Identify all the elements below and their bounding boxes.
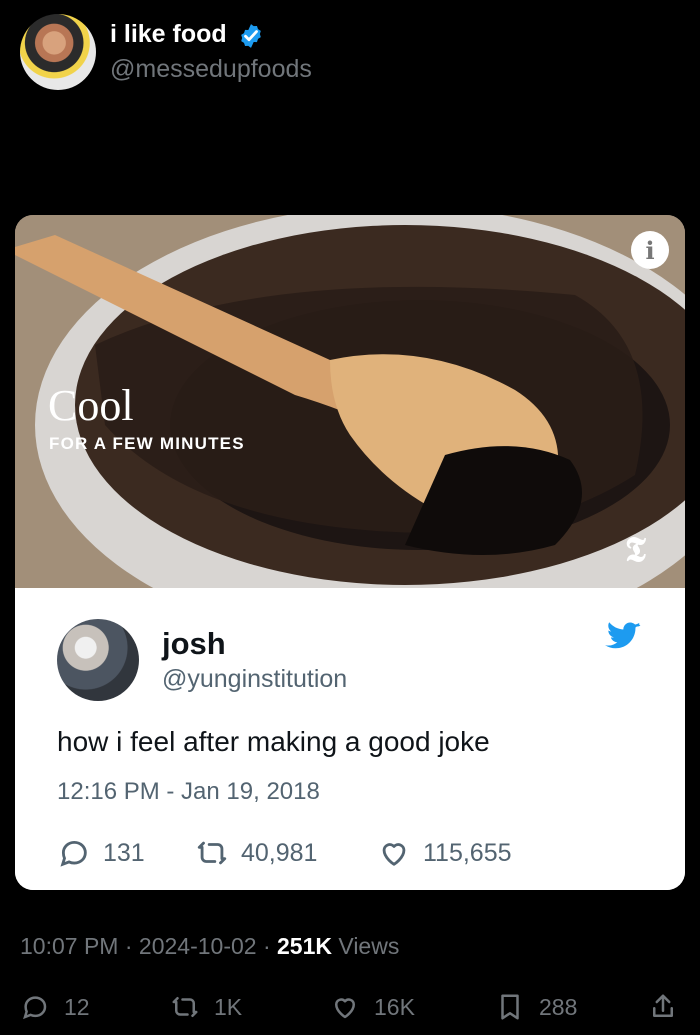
repost-icon (172, 997, 198, 1017)
post-actions: 12 1K 16K 288 (0, 985, 700, 1029)
reply-button[interactable]: 12 (20, 985, 90, 1029)
share-button[interactable] (648, 985, 692, 1029)
quoted-likes[interactable]: 115,655 (377, 836, 512, 870)
views-label: Views (338, 933, 400, 959)
quoted-retweets[interactable]: 40,981 (195, 836, 317, 870)
media-photo[interactable]: Cool FOR A FEW MINUTES i 𝕿 (15, 215, 685, 588)
bookmark-button[interactable]: 288 (495, 985, 577, 1029)
author-handle[interactable]: @messedupfoods (110, 55, 312, 84)
info-icon[interactable]: i (631, 231, 669, 269)
quoted-author-handle[interactable]: @yunginstitution (162, 665, 347, 694)
quoted-tweet-timestamp: 12:16 PM - Jan 19, 2018 (57, 778, 320, 805)
bookmark-count: 288 (539, 993, 578, 1020)
quoted-tweet-text: how i feel after making a good joke (57, 726, 490, 757)
post-header: i like food @messedupfoods (0, 0, 700, 110)
video-caption-main: Cool (48, 381, 134, 430)
nyt-icon: 𝕿 (625, 530, 646, 570)
reply-count: 12 (64, 993, 90, 1020)
author-display-name[interactable]: i like food (110, 20, 227, 49)
views-count: 251K (277, 933, 332, 959)
author-avatar[interactable] (20, 14, 96, 90)
post-time: 10:07 PM (20, 933, 119, 959)
quoted-likes-count: 115,655 (423, 838, 512, 867)
repost-button[interactable]: 1K (170, 985, 242, 1029)
share-icon (653, 994, 673, 1017)
quoted-retweets-count: 40,981 (241, 838, 318, 867)
quoted-author-name[interactable]: josh (162, 626, 226, 662)
quoted-tweet-stats: 131 40,981 115,655 (57, 836, 617, 870)
heart-icon (382, 843, 406, 866)
reply-icon (23, 996, 47, 1020)
post-date: 2024-10-02 (138, 933, 257, 959)
twitter-bird-icon (605, 622, 641, 649)
quoted-author-avatar[interactable] (57, 619, 139, 701)
quoted-media-card[interactable]: Cool FOR A FEW MINUTES i 𝕿 josh @yungins… (15, 215, 685, 890)
reply-icon (60, 840, 87, 867)
heart-icon (335, 998, 355, 1019)
quoted-tweet[interactable]: josh @yunginstitution how i feel after m… (15, 588, 685, 890)
video-caption-sub: FOR A FEW MINUTES (49, 434, 245, 453)
quoted-replies[interactable]: 131 (57, 836, 145, 870)
retweet-icon (197, 841, 227, 865)
like-count: 16K (374, 993, 415, 1020)
bookmark-icon (501, 994, 519, 1020)
verified-badge-icon (241, 24, 261, 48)
like-button[interactable]: 16K (330, 985, 415, 1029)
repost-count: 1K (214, 993, 243, 1020)
post-meta: 10:07 PM · 2024-10-02 · 251K Views (20, 933, 400, 959)
quoted-replies-count: 131 (103, 838, 145, 867)
